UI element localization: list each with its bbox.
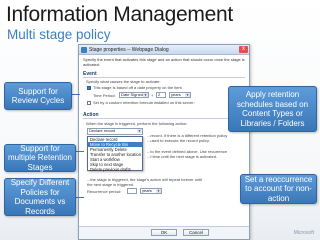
recurrence-period-label: Recurrence period: xyxy=(87,189,122,194)
dialog-title: Stage properties -- Webpage Dialog xyxy=(89,47,169,53)
callout-review-cycles: Support for Review Cycles xyxy=(4,82,72,110)
date-field-value: Date Signed xyxy=(121,92,144,97)
close-icon[interactable]: x xyxy=(239,46,248,53)
slide-subtitle: Multi stage policy xyxy=(7,27,111,42)
chevron-down-icon: ▼ xyxy=(137,129,142,133)
callout-retention-schedules: Apply retention schedules based on Conte… xyxy=(228,86,317,132)
stages-connector xyxy=(76,151,84,152)
action-info-line-4: ...f time until the next stage is activa… xyxy=(147,154,218,159)
callout-different-policies: Specify Different Policies for Documents… xyxy=(4,178,76,216)
date-field-select[interactable]: Date Signed ▼ xyxy=(119,92,149,98)
chevron-down-icon: ▼ xyxy=(185,93,190,97)
stage-properties-dialog: Stage properties -- Webpage Dialog x Spe… xyxy=(78,44,250,240)
period-unit-value: years xyxy=(171,92,181,97)
action-option[interactable]: Delete previous drafts xyxy=(88,167,142,172)
webpage-dialog-icon xyxy=(81,47,87,53)
event-description: Specify what causes the stage to activat… xyxy=(86,79,161,84)
recurrence-unit-value: years xyxy=(142,188,152,193)
action-select[interactable]: Declare record ▼ xyxy=(87,128,143,135)
action-info-line-2: ...used to execute the record policy. xyxy=(147,138,210,143)
slide-title: Information Management xyxy=(6,3,233,26)
recurrence-unit-select[interactable]: years ▼ xyxy=(140,188,162,194)
ok-button[interactable]: OK xyxy=(151,229,177,236)
date-property-radio[interactable] xyxy=(87,86,91,90)
period-unit-select[interactable]: years ▼ xyxy=(169,92,191,98)
period-amount-input[interactable]: 2 xyxy=(156,92,166,98)
chevron-down-icon: ▼ xyxy=(156,189,161,193)
callout-multiple-stages: Support for multiple Retention Stages xyxy=(4,144,76,172)
action-dropdown-list[interactable]: Declare record Move to Recycle Bin Perma… xyxy=(87,136,143,172)
policies-connector xyxy=(76,197,84,198)
action-section-divider xyxy=(83,118,245,119)
action-description: When the stage is triggered, perform the… xyxy=(86,121,188,126)
time-period-label: Time Period: xyxy=(93,93,116,98)
footer-brand: Microsoft xyxy=(293,230,314,236)
review-connector xyxy=(72,94,80,95)
cancel-button[interactable]: Cancel xyxy=(183,229,209,236)
dialog-footer: OK Cancel xyxy=(79,226,249,239)
recurrence-description-2: the next stage is triggered. xyxy=(87,182,135,187)
recurrence-amount-input[interactable] xyxy=(127,188,137,194)
date-property-option-label: This stage is based off a date property … xyxy=(93,85,182,90)
dialog-titlebar[interactable]: Stage properties -- Webpage Dialog x xyxy=(79,45,249,55)
event-section-divider xyxy=(83,77,245,78)
action-selected-value: Declare record xyxy=(89,128,116,133)
custom-formula-option-label: Set by a custom retention formula instal… xyxy=(93,100,195,105)
chevron-down-icon: ▼ xyxy=(143,93,148,97)
dialog-intro: Specify the event that activates this st… xyxy=(83,57,245,67)
plus-sign: + xyxy=(151,93,154,98)
custom-formula-radio[interactable] xyxy=(87,101,91,105)
callout-recurrence: Set a reoccurrence to account for non-ac… xyxy=(240,174,317,204)
